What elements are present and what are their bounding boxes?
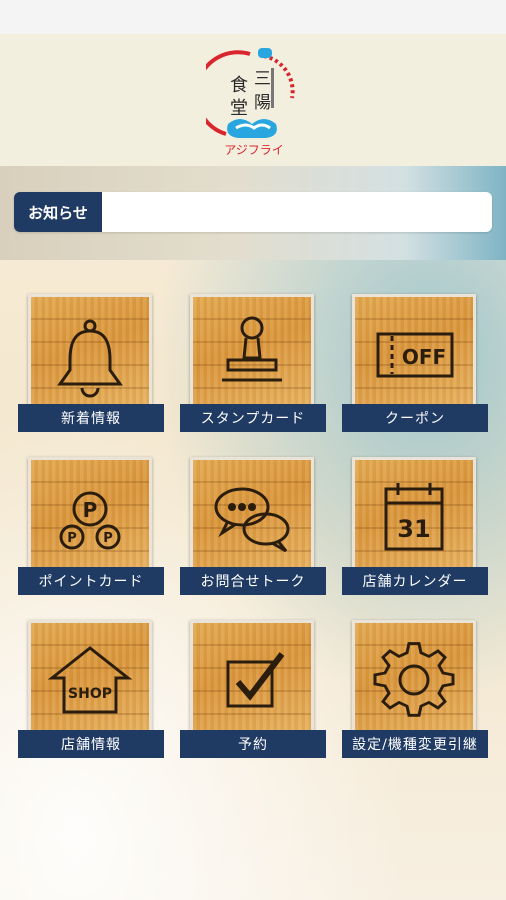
menu-label: スタンプカード bbox=[180, 404, 326, 432]
coupon-icon: OFF bbox=[368, 308, 460, 400]
menu-label: 店舗情報 bbox=[18, 730, 164, 758]
menu-tile-reservation[interactable]: 予約 bbox=[180, 620, 326, 758]
points-icon: P P P bbox=[44, 471, 136, 563]
bell-icon bbox=[44, 308, 136, 400]
menu-label: ポイントカード bbox=[18, 567, 164, 595]
menu-tile-news[interactable]: 新着情報 bbox=[18, 294, 164, 432]
news-label: お知らせ bbox=[14, 192, 102, 232]
calendar-icon: 31 bbox=[368, 471, 460, 563]
menu-label: 設定/機種変更引継 bbox=[342, 730, 488, 758]
point-small-text-left: P bbox=[67, 531, 77, 546]
shop-icon: SHOP bbox=[44, 634, 136, 726]
news-bar[interactable]: お知らせ bbox=[14, 192, 492, 232]
coupon-off-text: OFF bbox=[402, 345, 446, 369]
menu-tile-stamp-card[interactable]: スタンプカード bbox=[180, 294, 326, 432]
shop-text: SHOP bbox=[68, 686, 112, 702]
stamp-icon bbox=[206, 308, 298, 400]
news-band: お知らせ bbox=[0, 166, 506, 260]
svg-text:陽: 陽 bbox=[254, 93, 271, 113]
point-small-text-right: P bbox=[103, 531, 113, 546]
menu-label: クーポン bbox=[342, 404, 488, 432]
status-bar bbox=[0, 0, 506, 34]
gear-icon bbox=[368, 634, 460, 726]
menu-label: 新着情報 bbox=[18, 404, 164, 432]
menu-label: お問合せトーク bbox=[180, 567, 326, 595]
menu-area: 新着情報 スタンプカード OFF クーポン P P P ポイントカード お問合せ… bbox=[0, 260, 506, 900]
menu-tile-coupon[interactable]: OFF クーポン bbox=[342, 294, 488, 432]
menu-label: 予約 bbox=[180, 730, 326, 758]
menu-tile-shop-info[interactable]: SHOP 店舗情報 bbox=[18, 620, 164, 758]
logo-char-dou: 堂 bbox=[230, 98, 248, 119]
menu-tile-settings[interactable]: 設定/機種変更引継 bbox=[342, 620, 488, 758]
svg-text:三: 三 bbox=[254, 69, 271, 89]
logo-subtitle: アジフライ bbox=[224, 143, 284, 157]
chat-icon bbox=[206, 471, 298, 563]
calendar-day-text: 31 bbox=[397, 515, 430, 543]
menu-tile-inquiry-talk[interactable]: お問合せトーク bbox=[180, 457, 326, 595]
shop-logo: 食 堂 三 陽 アジフライ bbox=[206, 42, 302, 160]
check-icon bbox=[206, 634, 298, 726]
menu-tile-calendar[interactable]: 31 店舗カレンダー bbox=[342, 457, 488, 595]
menu-label: 店舗カレンダー bbox=[342, 567, 488, 595]
logo-char-shoku: 食 bbox=[230, 75, 248, 96]
menu-tile-point-card[interactable]: P P P ポイントカード bbox=[18, 457, 164, 595]
point-big-text: P bbox=[83, 498, 98, 522]
app-header: 食 堂 三 陽 アジフライ bbox=[0, 34, 506, 166]
